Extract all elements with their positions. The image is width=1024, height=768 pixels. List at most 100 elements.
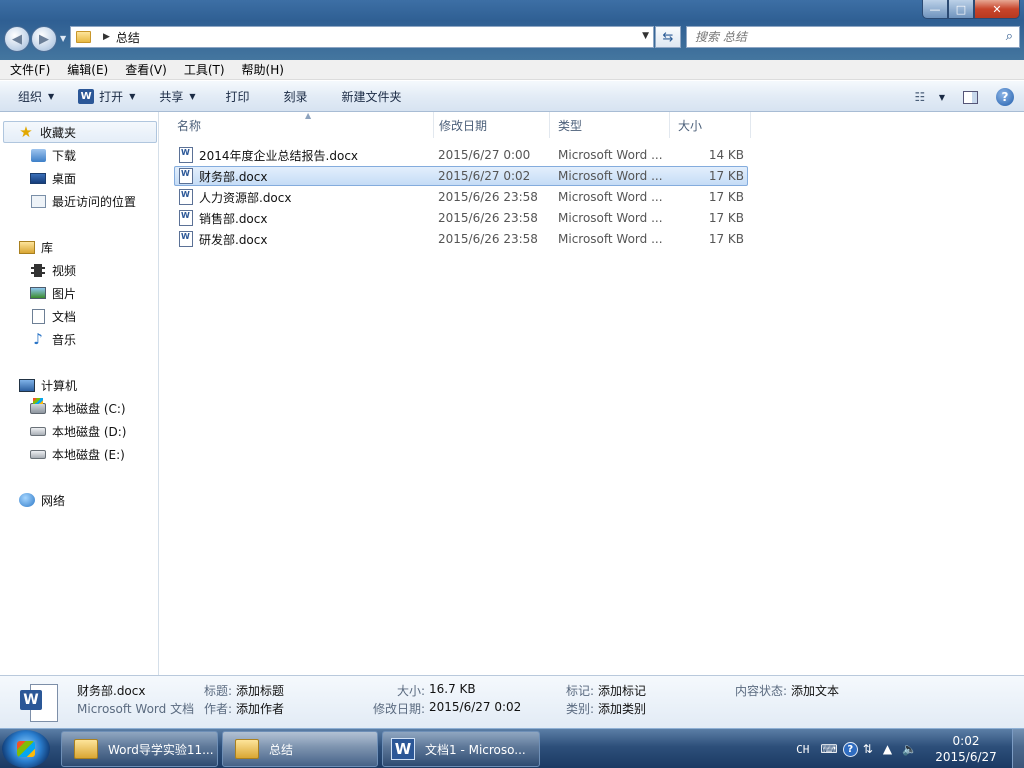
details-author-label: 作者: [204,702,233,716]
start-button[interactable] [2,730,50,768]
nav-network-label: 网络 [41,493,66,508]
column-date-label: 修改日期 [439,118,488,133]
file-row[interactable]: W 销售部.docx 2015/6/26 23:58 Microsoft Wor… [174,208,748,228]
column-header-size[interactable]: 大小 [669,112,751,138]
file-row-selected[interactable]: W 财务部.docx 2015/6/27 0:02 Microsoft Word… [174,166,748,186]
column-header-type[interactable]: 类型 [549,112,670,138]
file-type: Microsoft Word ... [558,169,663,183]
forward-button[interactable]: ▶ [31,26,57,52]
menu-tools[interactable]: 工具(T) [174,61,232,78]
search-input[interactable] [695,30,985,44]
libraries-icon [19,240,35,254]
address-dropdown-icon[interactable]: ▼ [642,31,649,41]
file-size: 17 KB [708,190,744,204]
details-tags-field[interactable]: 添加标记 [598,682,646,699]
recent-places-icon [30,194,46,208]
share-button[interactable]: 共享 ▼ [151,84,203,108]
file-size: 14 KB [708,148,744,162]
clock[interactable]: 0:02 2015/6/27 [926,733,1006,765]
file-date: 2015/6/27 0:02 [438,169,531,183]
details-status-label: 内容状态: [735,684,788,698]
details-category-field[interactable]: 添加类别 [598,700,646,717]
show-hidden-icons-icon[interactable]: ▲ [883,742,892,756]
nav-desktop-label: 桌面 [52,171,77,186]
nav-computer[interactable]: 计算机 [19,374,77,396]
nav-recent-places[interactable]: 最近访问的位置 [30,190,136,212]
back-button[interactable]: ◀ [4,26,30,52]
ime-options-icon[interactable]: ⇅ [863,742,873,756]
keyboard-icon[interactable]: ⌨ [820,742,837,756]
maximize-button[interactable]: □ [948,0,974,19]
taskbar-button-word-folder[interactable]: Word导学实验11... [61,731,218,767]
nav-documents[interactable]: 文档 [30,305,76,327]
menu-file[interactable]: 文件(F) [0,61,57,78]
show-desktop-button[interactable] [1012,729,1024,768]
help-icon[interactable]: ? [996,88,1014,106]
refresh-button[interactable]: ⇆ [655,26,681,48]
breadcrumb-current[interactable]: 总结 [116,29,140,46]
address-bar[interactable]: ▶ 总结 ▼ [70,26,654,48]
document-icon [30,308,46,324]
nav-downloads[interactable]: 下载 [30,144,76,166]
taskbar-button-label: Word导学实验11... [108,742,214,757]
nav-drive-c[interactable]: 本地磁盘 (C:) [30,397,126,419]
view-options-dropdown[interactable]: ▼ [931,85,947,109]
nav-pictures-label: 图片 [52,286,77,301]
column-header-name[interactable]: 名称 ▲ [168,111,434,138]
print-button[interactable]: 打印 [218,84,258,108]
nav-videos-label: 视频 [52,263,77,278]
computer-icon [19,378,35,392]
view-controls: ☷ ▼ ? [909,85,1014,109]
help-icon[interactable]: ? [842,741,858,757]
search-box[interactable]: ⌕ [686,26,1020,48]
change-view-icon[interactable]: ☷ [909,87,931,107]
file-row[interactable]: W 2014年度企业总结报告.docx 2015/6/27 0:00 Micro… [174,145,748,165]
nav-videos[interactable]: 视频 [30,259,76,281]
nav-libraries-label: 库 [41,240,54,255]
details-title-field[interactable]: 添加标题 [236,682,284,699]
menu-view[interactable]: 查看(V) [115,61,174,78]
burn-button[interactable]: 刻录 [276,84,316,108]
volume-icon[interactable]: 🔈 [902,742,917,756]
nav-drive-d[interactable]: 本地磁盘 (D:) [30,420,126,442]
details-author-field[interactable]: 添加作者 [236,700,284,717]
file-row[interactable]: W 人力资源部.docx 2015/6/26 23:58 Microsoft W… [174,187,748,207]
minimize-button[interactable]: — [922,0,948,19]
nav-libraries[interactable]: 库 [19,236,53,258]
chevron-down-icon: ▼ [129,91,136,101]
file-date: 2015/6/26 23:58 [438,190,538,204]
input-language-indicator[interactable]: CH [796,743,809,756]
close-button[interactable]: ✕ [974,0,1020,19]
open-button[interactable]: W 打开 ▼ [70,84,143,108]
recent-pages-dropdown[interactable]: ▼ [60,34,66,43]
taskbar-button-summary-folder[interactable]: 总结 [222,731,378,767]
file-name: 人力资源部.docx [199,190,292,205]
nav-drive-e-label: 本地磁盘 (E:) [52,447,125,462]
nav-favorites[interactable]: ★ 收藏夹 [3,121,157,143]
menu-edit[interactable]: 编辑(E) [57,61,115,78]
details-status-field[interactable]: 添加文本 [791,682,839,699]
taskbar-button-label: 总结 [269,742,294,757]
menu-help[interactable]: 帮助(H) [232,61,291,78]
nav-network[interactable]: 网络 [19,489,65,511]
nav-desktop[interactable]: 桌面 [30,167,76,189]
breadcrumb-chevron-icon[interactable]: ▶ [103,32,110,42]
clock-date: 2015/6/27 [935,750,997,764]
new-folder-button[interactable]: 新建文件夹 [334,84,410,108]
preview-pane-icon[interactable] [963,90,978,104]
nav-drive-e[interactable]: 本地磁盘 (E:) [30,443,125,465]
file-row[interactable]: W 研发部.docx 2015/6/26 23:58 Microsoft Wor… [174,229,748,249]
hard-drive-icon [30,424,46,438]
search-icon[interactable]: ⌕ [1006,29,1013,44]
column-header-date[interactable]: 修改日期 [430,112,550,138]
details-modified-label: 修改日期: [373,702,426,716]
organize-button[interactable]: 组织 ▼ [10,84,62,108]
open-label: 打开 [99,89,124,104]
network-globe-icon [19,493,35,507]
details-title-label: 标题: [204,684,233,698]
nav-music-label: 音乐 [52,332,77,347]
nav-music[interactable]: ♪ 音乐 [30,328,76,350]
nav-pictures[interactable]: 图片 [30,282,76,304]
menu-bar: 文件(F) 编辑(E) 查看(V) 工具(T) 帮助(H) [0,60,1024,80]
taskbar-button-word-document[interactable]: W 文档1 - Microso... [382,731,540,767]
